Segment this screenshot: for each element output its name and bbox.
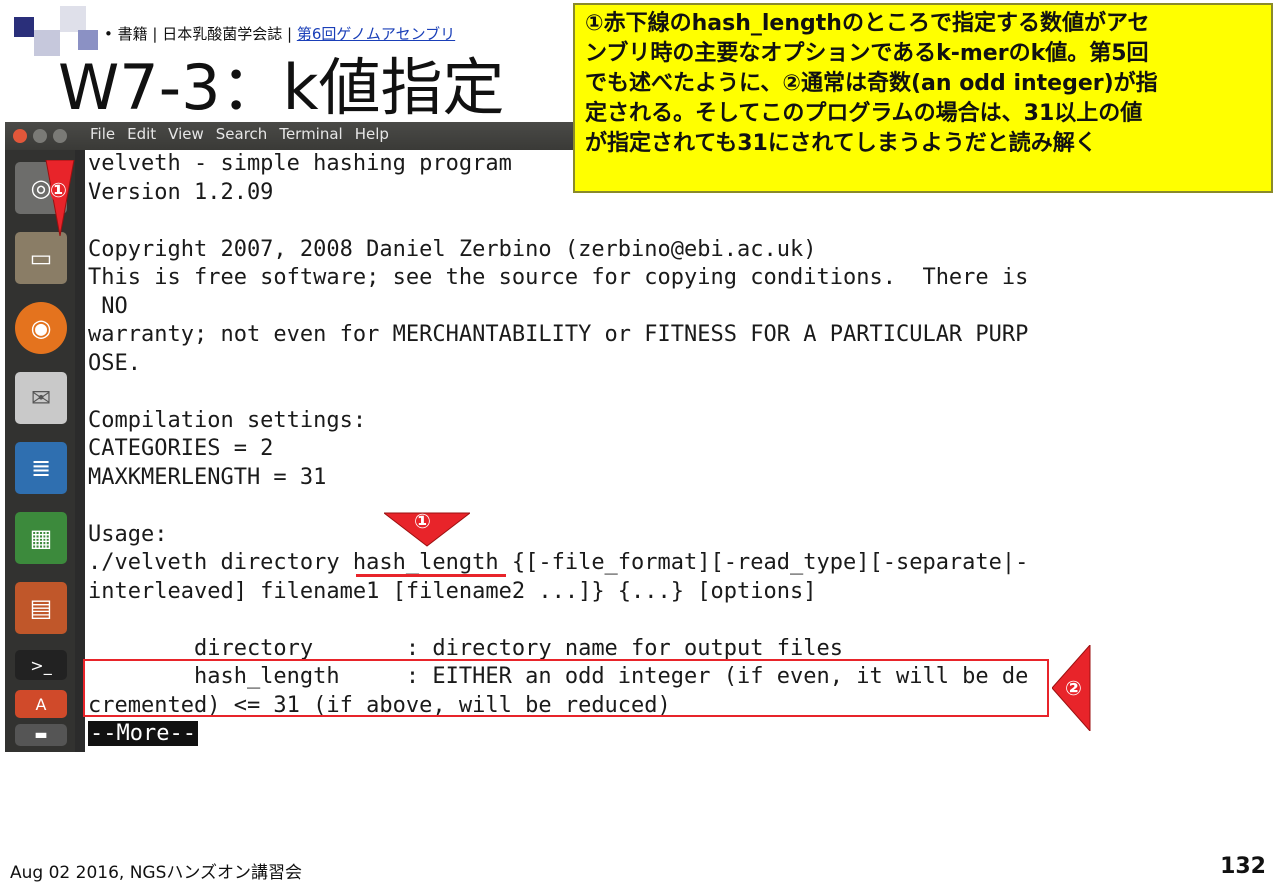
menu-bar: File Edit View Search Terminal Help <box>90 125 389 143</box>
calc-icon[interactable]: ▦ <box>15 512 67 564</box>
writer-icon[interactable]: ≣ <box>15 442 67 494</box>
terminal-line <box>85 378 1049 407</box>
badge-2: ② <box>1065 676 1082 700</box>
callout-line: でも述べたように、②通常は奇数(an odd integer)が指 <box>585 71 1158 96</box>
terminal-line: Copyright 2007, 2008 Daniel Zerbino (zer… <box>88 236 817 262</box>
maximize-window-button[interactable] <box>53 129 67 143</box>
menu-file[interactable]: File <box>90 125 115 143</box>
terminal-line <box>85 606 1049 635</box>
terminal-line: ./velveth directory hash_length {[-file_… <box>88 550 1029 575</box>
impress-icon[interactable]: ▤ <box>15 582 67 634</box>
launcher-sidebar: ◎ ▭ ◉ ✉ ≣ ▦ ▤ >_ A ▬ <box>5 150 75 752</box>
breadcrumb: • 書籍 | 日本乳酸菌学会誌 | 第6回ゲノムアセンブリ <box>100 23 460 45</box>
text-editor-icon[interactable]: A <box>15 690 67 718</box>
terminal-line: NO <box>88 293 128 319</box>
corner-square-light <box>60 6 86 32</box>
menu-edit[interactable]: Edit <box>127 125 156 143</box>
terminal-line: MAXKMERLENGTH = 31 <box>88 464 327 490</box>
terminal-line: warranty; not even for MERCHANTABILITY o… <box>88 322 1029 347</box>
hash-length-underline <box>356 574 506 577</box>
menu-search[interactable]: Search <box>216 125 268 143</box>
terminal-icon[interactable]: >_ <box>15 650 67 680</box>
terminal-window: File Edit View Search Terminal Help ◎ ▭ … <box>5 122 1049 752</box>
corner-square-dark <box>14 17 34 37</box>
terminal-line: Compilation settings: <box>88 407 367 433</box>
pager-line: --More-- <box>85 720 1049 749</box>
terminal-line: OSE. <box>88 350 141 376</box>
files-icon[interactable]: ▭ <box>15 232 67 284</box>
callout-line: ンブリ時の主要なオプションであるk-merのk値。第5回 <box>585 41 1149 66</box>
workspace-icon[interactable]: ▬ <box>15 724 67 746</box>
callout-line: 定される。そしてこのプログラムの場合は、31以上の値 <box>585 101 1143 126</box>
terminal-line: interleaved] filename1 [filename2 ...]} … <box>88 578 817 604</box>
menu-view[interactable]: View <box>168 125 204 143</box>
terminal-line: Usage: <box>88 521 168 547</box>
menu-terminal[interactable]: Terminal <box>279 125 342 143</box>
highlight-box <box>83 659 1049 717</box>
corner-square-mid <box>34 30 60 56</box>
terminal-line: This is free software; see the source fo… <box>88 265 1029 290</box>
close-window-button[interactable] <box>13 129 27 143</box>
terminal-line <box>85 207 1049 236</box>
more-prompt: --More-- <box>88 721 198 746</box>
callout-line: が指定されても31にされてしまうようだと読み解く <box>585 131 1097 156</box>
footer-text: Aug 02 2016, NGSハンズオン講習会 <box>10 863 303 883</box>
corner-square-blue <box>78 30 98 50</box>
badge-1: ① <box>414 509 431 533</box>
callout-box: ①赤下線のhash_lengthのところで指定する数値がアセ ンブリ時の主要なオ… <box>573 3 1273 193</box>
callout-line: ①赤下線のhash_lengthのところで指定する数値がアセ <box>585 11 1150 36</box>
menu-help[interactable]: Help <box>355 125 389 143</box>
terminal-line <box>85 492 1049 521</box>
page-number: 132 <box>1220 854 1266 879</box>
terminal-line: CATEGORIES = 2 <box>88 436 274 461</box>
breadcrumb-prefix: • 書籍 | 日本乳酸菌学会誌 | <box>104 25 293 43</box>
breadcrumb-link[interactable]: 第6回ゲノムアセンブリ <box>297 25 455 43</box>
badge-1: ① <box>50 178 67 202</box>
minimize-window-button[interactable] <box>33 129 47 143</box>
mail-icon[interactable]: ✉ <box>15 372 67 424</box>
slide-title: W7-3：k値指定 <box>58 51 505 124</box>
firefox-icon[interactable]: ◉ <box>15 302 67 354</box>
